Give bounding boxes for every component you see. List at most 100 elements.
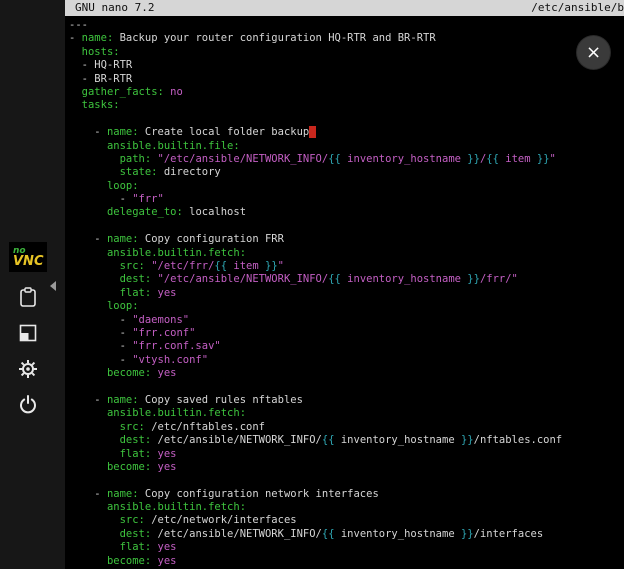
code-segment: dest: — [120, 434, 152, 446]
editor-line — [69, 220, 624, 233]
editor-line: become: yes — [69, 367, 624, 380]
editor-line: - "frr.conf" — [69, 327, 624, 340]
novnc-logo: no VNC — [9, 242, 47, 272]
code-segment — [69, 153, 120, 165]
clipboard-icon — [17, 286, 39, 311]
code-segment: {{ — [328, 273, 341, 285]
code-segment — [69, 86, 82, 98]
code-segment: --- — [69, 19, 88, 31]
code-segment: {{ — [322, 528, 335, 540]
editor-line: ansible.builtin.file: — [69, 140, 624, 153]
editor-line: dest: /etc/ansible/NETWORK_INFO/{{ inven… — [69, 528, 624, 541]
editor-line: state: directory — [69, 166, 624, 179]
code-segment: src: — [120, 421, 145, 433]
code-segment: }} — [467, 273, 480, 285]
code-segment: - — [69, 327, 132, 339]
code-segment: }} — [461, 528, 474, 540]
file-path: /etc/ansible/b — [531, 0, 624, 16]
code-segment — [69, 273, 120, 285]
editor-line: src: /etc/network/interfaces — [69, 514, 624, 527]
code-segment: "frr.conf.sav" — [132, 340, 221, 352]
code-segment: Copy configuration FRR — [139, 233, 284, 245]
editor-line: - "vtysh.conf" — [69, 354, 624, 367]
code-segment: item — [227, 260, 265, 272]
code-segment: Backup your router configuration HQ-RTR … — [113, 32, 435, 44]
code-segment: no — [170, 86, 183, 98]
code-segment — [69, 166, 120, 178]
close-icon: × — [586, 42, 601, 63]
editor-line: src: /etc/nftables.conf — [69, 421, 624, 434]
code-segment: localhost — [183, 206, 246, 218]
editor-line: dest: /etc/ansible/NETWORK_INFO/{{ inven… — [69, 434, 624, 447]
code-segment — [69, 287, 120, 299]
code-segment: - — [69, 394, 107, 406]
code-segment: become: — [107, 461, 151, 473]
code-segment: "frr.conf" — [132, 327, 195, 339]
settings-button[interactable] — [13, 355, 43, 385]
code-segment: yes — [158, 367, 177, 379]
control-bar-handle[interactable] — [50, 281, 56, 291]
code-segment — [69, 180, 107, 192]
editor-line — [69, 113, 624, 126]
code-segment: "/etc/ansible/NETWORK_INFO/ — [158, 273, 329, 285]
editor-line: - name: Copy configuration FRR — [69, 233, 624, 246]
power-icon — [17, 394, 39, 419]
editor-line: become: yes — [69, 555, 624, 568]
code-segment: name: — [107, 233, 139, 245]
code-segment: name: — [107, 126, 139, 138]
code-segment: path: — [120, 153, 152, 165]
code-segment: tasks: — [82, 99, 120, 111]
code-segment — [69, 46, 82, 58]
code-segment — [69, 206, 107, 218]
power-button[interactable] — [13, 391, 43, 421]
code-segment — [69, 528, 120, 540]
editor-line: tasks: — [69, 99, 624, 112]
code-segment: - HQ-RTR — [69, 59, 132, 71]
code-segment — [69, 461, 107, 473]
editor-line: become: yes — [69, 461, 624, 474]
fullscreen-icon — [17, 322, 39, 347]
editor-line — [69, 474, 624, 487]
editor-line: - name: Backup your router configuration… — [69, 32, 624, 45]
code-segment: /etc/ansible/NETWORK_INFO/ — [151, 434, 322, 446]
nano-titlebar: GNU nano 7.2 /etc/ansible/b — [65, 0, 624, 16]
code-segment: name: — [82, 32, 114, 44]
code-segment: "/etc/ansible/NETWORK_INFO/ — [158, 153, 329, 165]
code-segment: "/etc/frr/ — [151, 260, 214, 272]
clipboard-button[interactable] — [13, 283, 43, 313]
code-segment: " — [550, 153, 556, 165]
fullscreen-button[interactable] — [13, 319, 43, 349]
editor-line: - BR-RTR — [69, 73, 624, 86]
code-segment — [69, 555, 107, 567]
editor-line: ansible.builtin.fetch: — [69, 407, 624, 420]
code-segment — [69, 300, 107, 312]
code-segment — [69, 448, 120, 460]
editor-line: - "frr.conf.sav" — [69, 340, 624, 353]
editor-line: path: "/etc/ansible/NETWORK_INFO/{{ inve… — [69, 153, 624, 166]
code-segment: }} — [537, 153, 550, 165]
code-segment: loop: — [107, 300, 139, 312]
editor-line: src: "/etc/frr/{{ item }}" — [69, 260, 624, 273]
code-segment: {{ — [328, 153, 341, 165]
editor-line: ansible.builtin.fetch: — [69, 247, 624, 260]
code-segment: loop: — [107, 180, 139, 192]
editor-line: flat: yes — [69, 287, 624, 300]
editor-line: - name: Copy saved rules nftables — [69, 394, 624, 407]
editor-area[interactable]: ---- name: Backup your router configurat… — [65, 16, 624, 568]
code-segment: ansible.builtin.fetch: — [107, 247, 246, 259]
code-segment: ansible.builtin.fetch: — [107, 407, 246, 419]
code-segment: flat: — [120, 448, 152, 460]
code-segment: inventory_hostname — [341, 273, 467, 285]
code-segment: flat: — [120, 541, 152, 553]
code-segment — [69, 407, 107, 419]
code-segment: inventory_hostname — [341, 153, 467, 165]
code-segment — [69, 434, 120, 446]
editor-line: hosts: — [69, 46, 624, 59]
code-segment: "daemons" — [132, 314, 189, 326]
code-segment — [69, 260, 120, 272]
editor-line: loop: — [69, 300, 624, 313]
code-segment: flat: — [120, 287, 152, 299]
code-segment: Copy configuration network interfaces — [139, 488, 379, 500]
close-button[interactable]: × — [577, 36, 610, 69]
code-segment: yes — [158, 555, 177, 567]
